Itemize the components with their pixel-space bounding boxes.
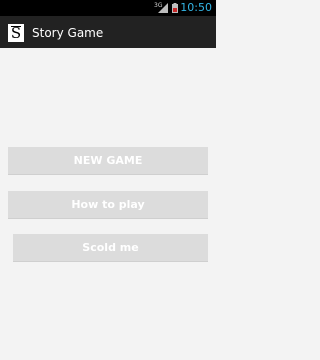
new-game-button[interactable]: NEW GAME <box>8 147 208 175</box>
how-to-play-button[interactable]: How to play <box>8 191 208 219</box>
status-clock: 10:50 <box>180 1 212 14</box>
scold-me-button[interactable]: Scold me <box>13 234 208 262</box>
signal-icon <box>158 3 168 13</box>
battery-icon <box>172 3 178 13</box>
status-bar: 3G 10:50 <box>0 0 216 16</box>
app-title: Story Game <box>32 26 104 40</box>
action-bar: S Story Game <box>0 16 216 48</box>
app-logo-icon: S <box>8 24 24 42</box>
